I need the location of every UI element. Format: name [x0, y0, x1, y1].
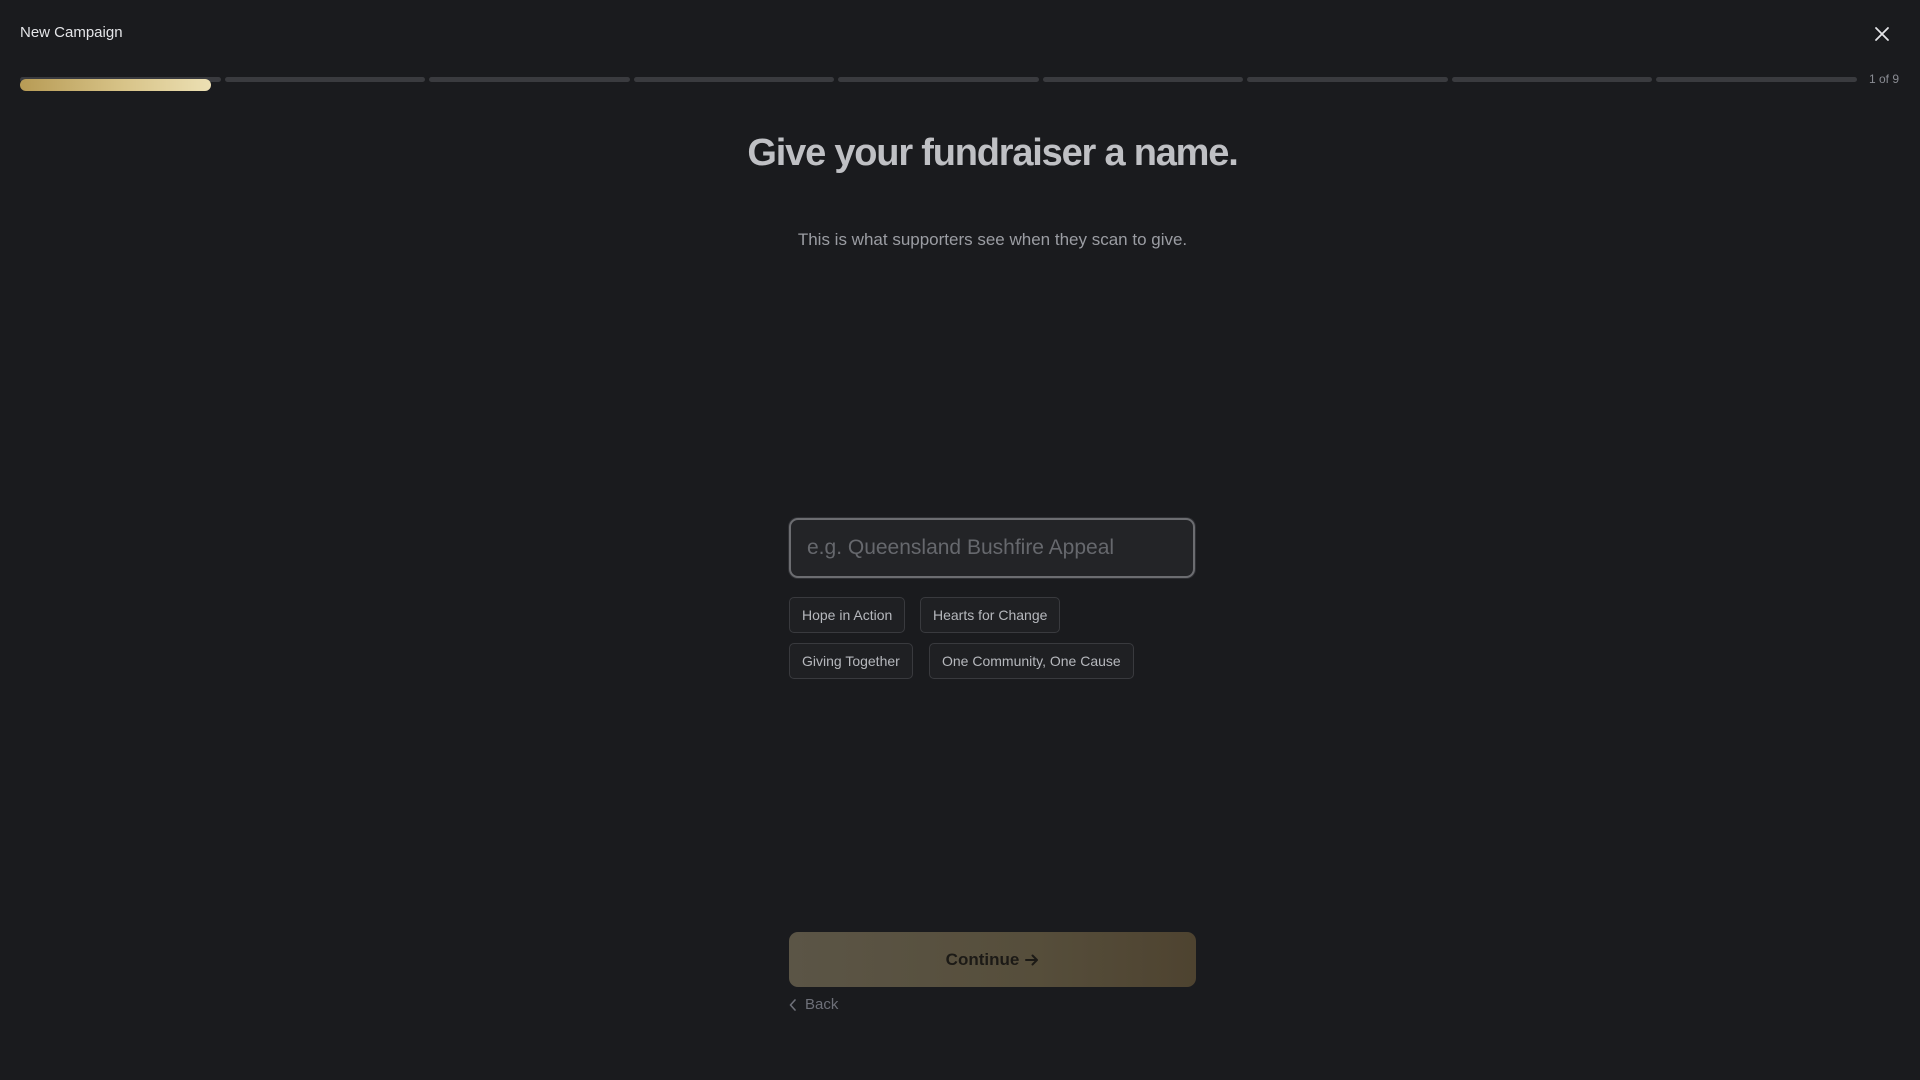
close-button[interactable]: [1870, 22, 1894, 46]
suggestion-chip[interactable]: Hope in Action: [789, 597, 906, 633]
progress-segment-9: [1656, 77, 1857, 82]
continue-label: Continue: [945, 949, 1020, 969]
step-subheading: This is what supporters see when they sc…: [797, 230, 1188, 249]
continue-button[interactable]: Continue: [789, 932, 1196, 987]
suggestion-chip[interactable]: Hearts for Change: [920, 597, 1061, 633]
step-heading: Give your fundraiser a name.: [747, 132, 1238, 174]
progress-segment-2: [225, 77, 425, 82]
progress-segment-4: [634, 77, 834, 82]
suggestion-chip[interactable]: Giving Together: [789, 643, 913, 679]
progress-segment-fill: [20, 79, 211, 91]
progress-segment-7: [1247, 77, 1448, 82]
new-campaign-wizard: New Campaign 1 of 9 Give your fundraiser…: [0, 0, 1920, 1080]
close-icon: [1875, 27, 1889, 41]
step-progress-bar: [20, 72, 1858, 91]
progress-segment-8: [1452, 77, 1652, 82]
progress-segment-6: [1043, 77, 1243, 82]
chevron-left-icon: [789, 998, 796, 1011]
fundraiser-name-input[interactable]: [789, 518, 1195, 578]
suggestion-chip[interactable]: One Community, One Cause: [929, 643, 1134, 679]
progress-segment-5: [838, 77, 1039, 82]
step-counter: 1 of 9: [1869, 72, 1900, 86]
back-button[interactable]: Back: [789, 996, 838, 1013]
page-title: New Campaign: [20, 24, 123, 41]
arrow-right-icon: [1025, 954, 1039, 965]
progress-segment-1: [20, 77, 221, 91]
back-label: Back: [805, 996, 839, 1013]
progress-segment-3: [429, 77, 630, 82]
